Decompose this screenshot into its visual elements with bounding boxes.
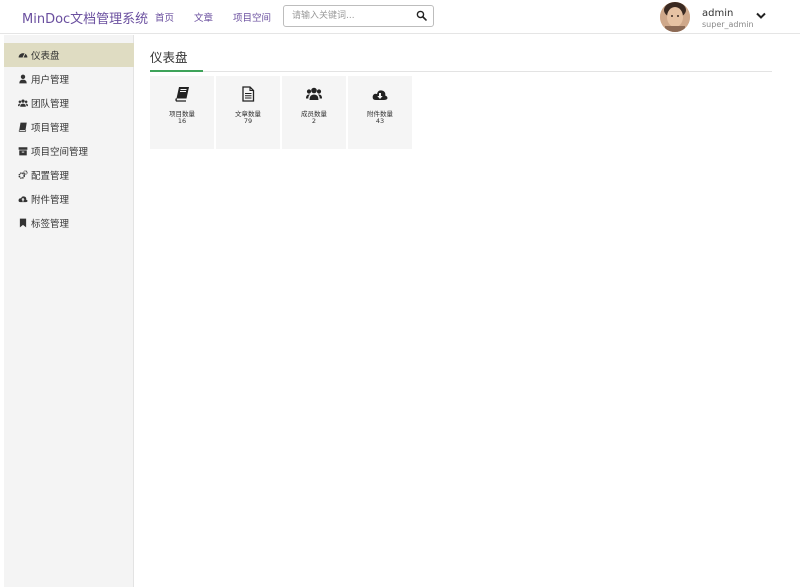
sidebar-item-projects[interactable]: 项目管理	[4, 115, 134, 139]
dashboard-icon	[18, 50, 28, 60]
file-text-icon	[242, 86, 255, 102]
sidebar: 仪表盘 用户管理 团队管理 项目管理 项目空间管理 配置管理 附件管理 标签管理	[4, 35, 134, 587]
stat-card-attachments[interactable]: 附件数量 43	[348, 76, 412, 149]
sidebar-item-label: 标签管理	[31, 219, 70, 230]
cloud-download-icon	[372, 90, 388, 100]
sidebar-item-attachments[interactable]: 附件管理	[4, 187, 134, 211]
brand-logo[interactable]: MinDoc文档管理系统	[22, 8, 148, 27]
bookmark-icon	[18, 218, 28, 228]
search-box	[283, 5, 434, 27]
sidebar-item-label: 项目管理	[31, 123, 70, 134]
cloud-upload-icon	[18, 194, 28, 204]
nav-project-space[interactable]: 项目空间	[233, 10, 271, 24]
search-input[interactable]	[284, 6, 412, 26]
nav-home[interactable]: 首页	[155, 10, 174, 24]
stat-value: 16	[177, 117, 187, 125]
user-menu[interactable]: admin super_admin	[660, 2, 800, 32]
sidebar-item-label: 配置管理	[31, 171, 70, 182]
sidebar-item-label: 团队管理	[31, 99, 70, 110]
stat-value: 2	[311, 117, 317, 125]
gears-icon	[18, 170, 28, 180]
stat-card-articles[interactable]: 文章数量 79	[216, 76, 280, 149]
stats-cards: 项目数量 16 文章数量 79 成员数量 2 附件数量 43	[150, 76, 414, 149]
book-icon	[175, 87, 189, 102]
sidebar-item-label: 附件管理	[31, 195, 70, 206]
book-icon	[18, 122, 28, 132]
stat-value: 43	[375, 117, 385, 125]
sidebar-item-users[interactable]: 用户管理	[4, 67, 134, 91]
top-nav: 首页 文章 项目空间	[155, 10, 291, 24]
sidebar-item-config[interactable]: 配置管理	[4, 163, 134, 187]
main-content: 仪表盘	[150, 45, 772, 72]
archive-icon	[18, 146, 28, 156]
sidebar-item-label: 项目空间管理	[31, 147, 89, 158]
page-title: 仪表盘	[150, 50, 188, 65]
user-icon	[18, 74, 28, 84]
sidebar-item-label: 仪表盘	[31, 51, 60, 62]
sidebar-item-dashboard[interactable]: 仪表盘	[4, 43, 134, 67]
stat-card-projects[interactable]: 项目数量 16	[150, 76, 214, 149]
chevron-down-icon[interactable]	[756, 12, 766, 20]
title-divider	[150, 70, 772, 72]
avatar[interactable]	[660, 2, 690, 32]
title-accent-underline	[150, 70, 203, 72]
sidebar-item-teams[interactable]: 团队管理	[4, 91, 134, 115]
search-icon[interactable]	[416, 10, 427, 21]
user-role: super_admin	[702, 20, 754, 29]
user-name: admin	[702, 8, 734, 19]
users-icon	[18, 98, 28, 108]
users-icon	[306, 87, 322, 100]
sidebar-item-tags[interactable]: 标签管理	[4, 211, 134, 235]
sidebar-item-project-space[interactable]: 项目空间管理	[4, 139, 134, 163]
stat-value: 79	[243, 117, 253, 125]
sidebar-item-label: 用户管理	[31, 75, 70, 86]
nav-articles[interactable]: 文章	[194, 10, 213, 24]
top-header: MinDoc文档管理系统 首页 文章 项目空间 admin super_admi…	[0, 0, 800, 34]
stat-card-members[interactable]: 成员数量 2	[282, 76, 346, 149]
